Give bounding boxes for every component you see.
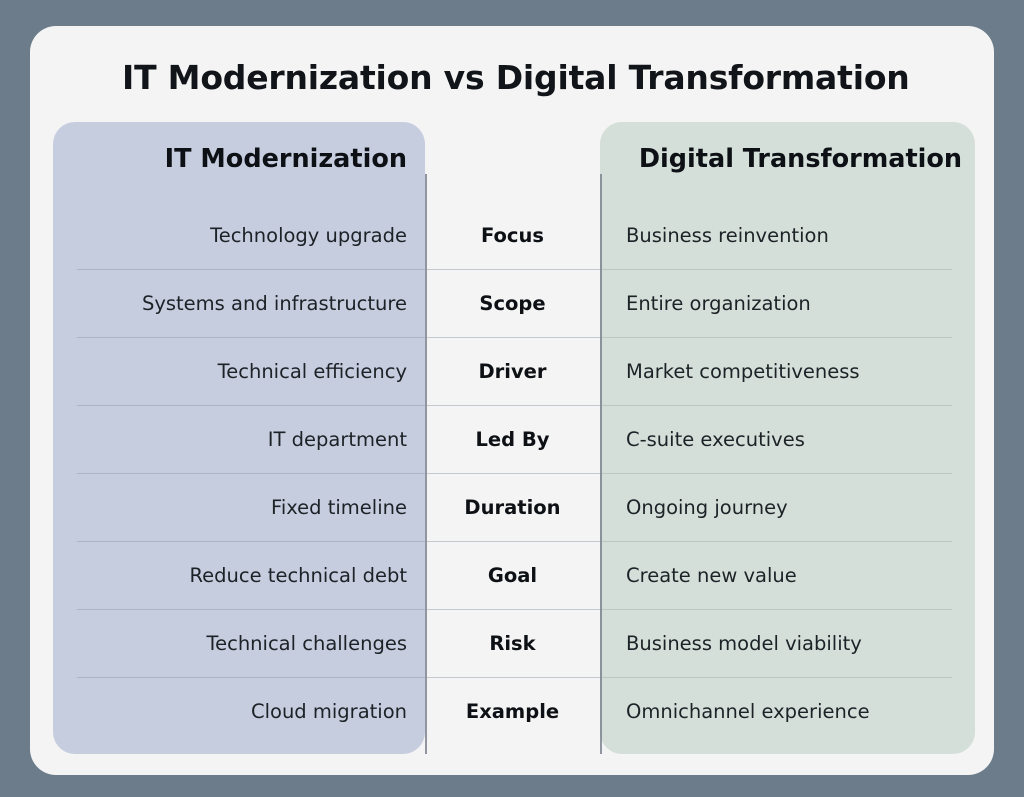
cell-digital-transformation: Market competitiveness xyxy=(626,359,860,383)
cell-attribute-label: Risk xyxy=(489,631,536,655)
cell-digital-transformation: Create new value xyxy=(626,563,797,587)
cell-it-modernization: Systems and infrastructure xyxy=(141,291,407,315)
cell-attribute-label: Led By xyxy=(475,427,550,451)
table-row: IT department Led By C-suite executives xyxy=(30,405,994,473)
table-row: Technology upgrade Focus Business reinvent… xyxy=(30,201,994,269)
cell-attribute-label: Scope xyxy=(479,291,546,315)
cell-it-modernization: IT department xyxy=(267,427,407,451)
column-header-digital-transformation: Digital Transformation xyxy=(638,144,963,174)
cell-attribute-label: Goal xyxy=(487,563,538,587)
cell-attribute-label: Example xyxy=(465,699,560,723)
cell-digital-transformation: Omnichannel experience xyxy=(626,699,870,723)
cell-attribute-label: Driver xyxy=(478,359,547,383)
comparison-table: IT Modernization Digital Transformation … xyxy=(30,26,994,775)
table-row: Fixed timeline Duration Ongoing journey xyxy=(30,473,994,541)
cell-attribute-label: Focus xyxy=(481,223,544,247)
cell-it-modernization: Technology upgrade xyxy=(210,223,407,247)
table-row: Technical efficiency Driver Market competi… xyxy=(30,337,994,405)
cell-it-modernization: Technical challenges xyxy=(206,631,408,655)
table-row: Systems and infrastructure Scope Entire or… xyxy=(30,269,994,337)
cell-attribute-label: Duration xyxy=(464,495,561,519)
table-row: Cloud migration Example Omnichannel experi… xyxy=(30,677,994,745)
cell-digital-transformation: Business model viability xyxy=(626,631,862,655)
cell-it-modernization: Fixed timeline xyxy=(271,495,407,519)
table-row: Technical challenges Risk Business model v… xyxy=(30,609,994,677)
comparison-card: IT Modernization vs Digital Transformati… xyxy=(30,26,994,775)
column-header-it-modernization: IT Modernization xyxy=(164,144,407,174)
cell-it-modernization: Reduce technical debt xyxy=(189,563,407,587)
cell-digital-transformation: Business reinvention xyxy=(626,223,829,247)
cell-digital-transformation: Ongoing journey xyxy=(626,495,788,519)
cell-it-modernization: Cloud migration xyxy=(250,699,407,723)
cell-digital-transformation: Entire organization xyxy=(626,291,811,315)
table-row: Reduce technical debt Goal Create new valu… xyxy=(30,541,994,609)
cell-digital-transformation: C-suite executives xyxy=(626,427,805,451)
cell-it-modernization: Technical efficiency xyxy=(217,359,407,383)
